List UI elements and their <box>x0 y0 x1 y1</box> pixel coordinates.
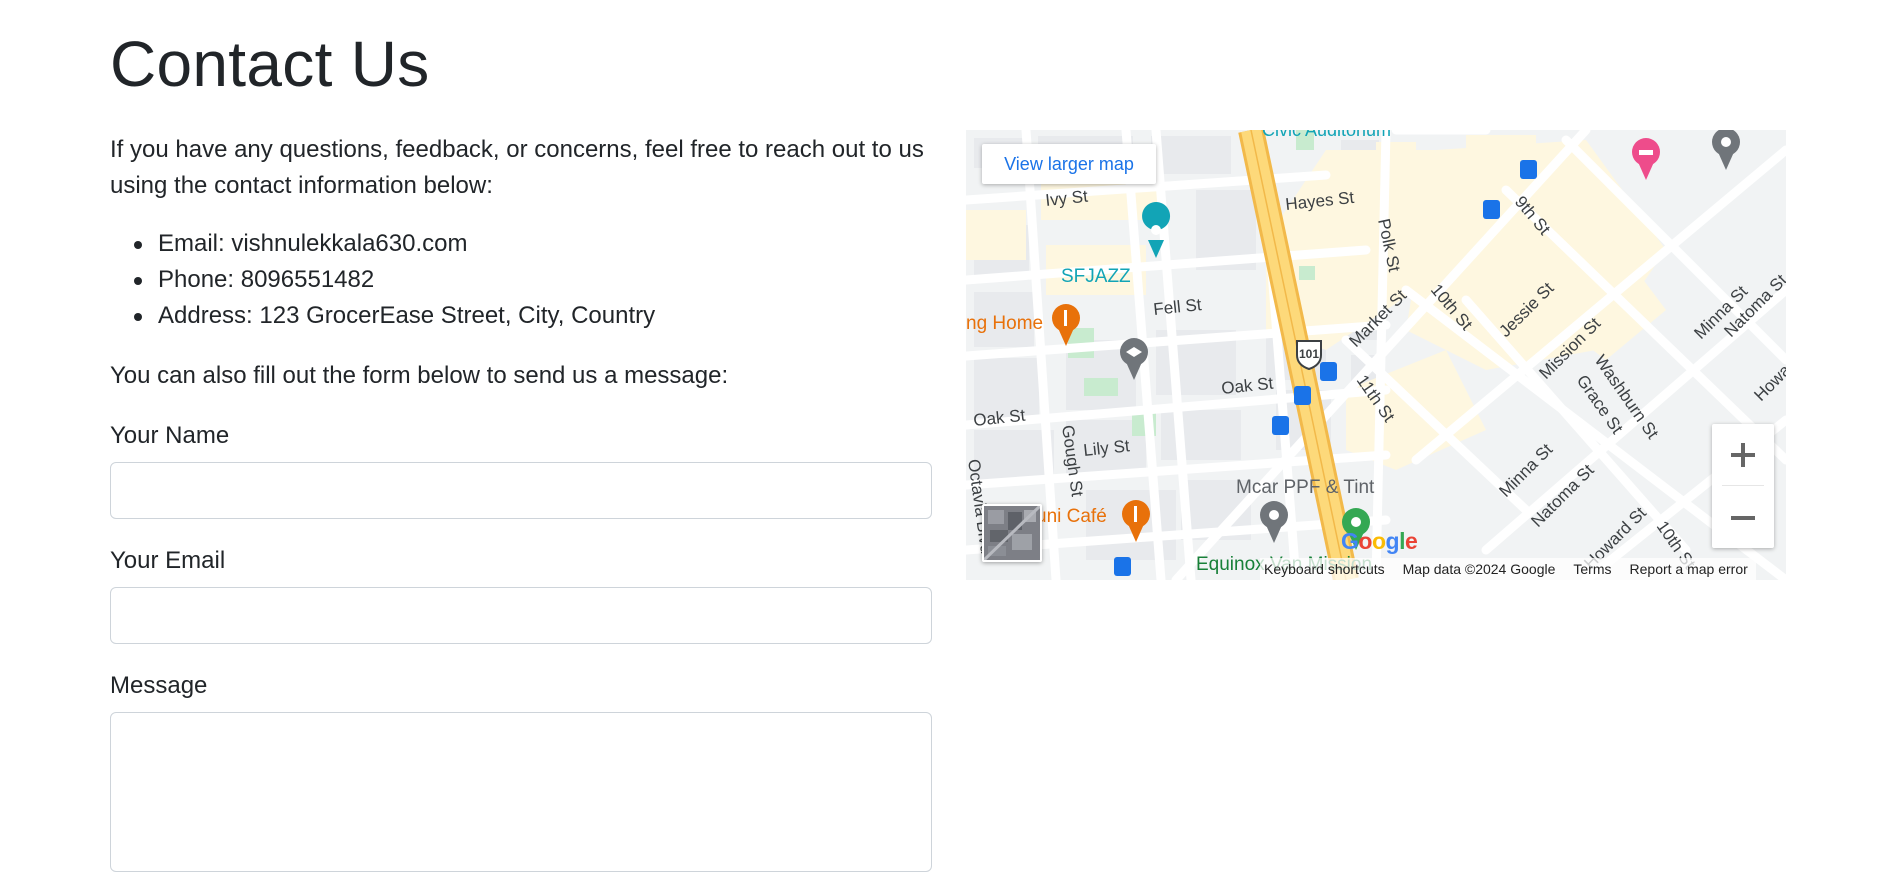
contact-content: If you have any questions, feedback, or … <box>110 132 932 872</box>
bullet-icon <box>134 313 142 321</box>
svg-text:SFJAZZ: SFJAZZ <box>1061 266 1131 287</box>
report-map-error-link[interactable]: Report a map error <box>1630 561 1748 577</box>
zoom-in-button[interactable] <box>1712 424 1774 485</box>
svg-text:Civic Auditorium: Civic Auditorium <box>1262 130 1391 140</box>
bullet-icon <box>134 277 142 285</box>
message-label: Message <box>110 672 208 699</box>
map-embed[interactable]: 101 Ivy St Hayes St Polk St 9th St Fell … <box>966 130 1786 580</box>
map-attribution-bar: Keyboard shortcuts Map data ©2024 Google… <box>1260 558 1756 580</box>
map-zoom-control <box>1712 424 1774 548</box>
svg-text:ng Home: ng Home <box>966 313 1043 334</box>
name-input[interactable] <box>110 462 932 519</box>
highway-shield-icon: 101 <box>1296 340 1322 371</box>
email-label: Your Email <box>110 547 226 574</box>
svg-text:uni Café: uni Café <box>1036 506 1107 527</box>
contact-info-list: Email: vishnulekkala630.com Phone: 80965… <box>134 226 932 334</box>
zoom-divider <box>1722 485 1764 486</box>
terms-link[interactable]: Terms <box>1573 561 1611 577</box>
name-label: Your Name <box>110 422 230 449</box>
zoom-out-button[interactable] <box>1712 487 1774 548</box>
keyboard-shortcuts-link[interactable]: Keyboard shortcuts <box>1264 561 1385 577</box>
plus-icon <box>1731 442 1755 467</box>
contact-email-text: Email: vishnulekkala630.com <box>158 230 468 257</box>
highway-shield-text: 101 <box>1299 347 1319 361</box>
map-canvas[interactable]: 101 Ivy St Hayes St Polk St 9th St Fell … <box>966 130 1786 580</box>
contact-address-text: Address: 123 GrocerEase Street, City, Co… <box>158 302 656 329</box>
message-textarea[interactable] <box>110 712 932 872</box>
form-intro-text: You can also fill out the form below to … <box>110 362 729 389</box>
bullet-icon <box>134 241 142 249</box>
google-logo: Google <box>1341 528 1418 554</box>
page-title: Contact Us <box>110 28 430 100</box>
minus-icon <box>1731 515 1755 520</box>
map-data-text: Map data ©2024 Google <box>1402 561 1556 577</box>
view-larger-map-link[interactable]: View larger map <box>982 144 1156 184</box>
satellite-thumbnail-icon <box>984 506 1040 560</box>
svg-text:Mcar PPF & Tint: Mcar PPF & Tint <box>1236 477 1375 498</box>
contact-phone-item: Phone: 8096551482 <box>134 262 932 298</box>
intro-text: If you have any questions, feedback, or … <box>110 136 924 199</box>
contact-form: Your Name Your Email Message <box>110 418 932 872</box>
contact-phone-text: Phone: 8096551482 <box>158 266 375 293</box>
contact-address-item: Address: 123 GrocerEase Street, City, Co… <box>134 298 932 334</box>
contact-email-item: Email: vishnulekkala630.com <box>134 226 932 262</box>
satellite-toggle-button[interactable] <box>982 504 1042 562</box>
email-input[interactable] <box>110 587 932 644</box>
